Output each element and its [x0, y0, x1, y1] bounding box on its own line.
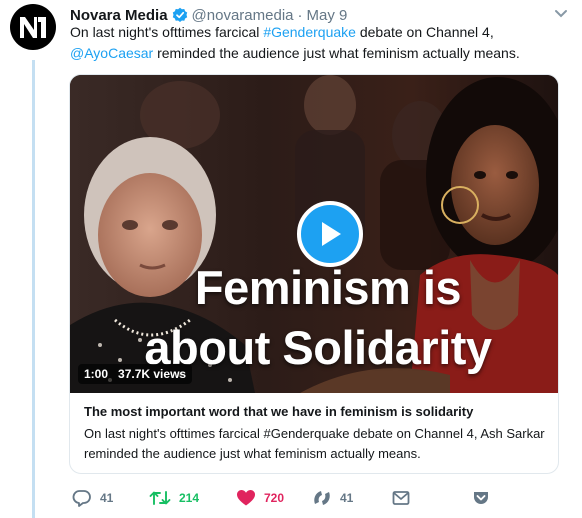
- retweet-count: 214: [179, 491, 200, 505]
- reply-count: 41: [100, 491, 114, 505]
- tweet-actions: 41 214 720 41: [70, 487, 570, 509]
- tweet-text-part: debate on Channel 4,: [355, 24, 494, 40]
- video-stats-badge: 1:00 37.7K views: [78, 364, 193, 384]
- pocket-save-button[interactable]: [472, 487, 490, 509]
- retweet-button[interactable]: 214: [149, 487, 199, 509]
- mention-link[interactable]: @AyoCaesar: [70, 45, 153, 61]
- thread-line: [32, 60, 35, 518]
- author-handle[interactable]: @novaramedia: [192, 7, 294, 24]
- like-button[interactable]: 720: [236, 487, 284, 509]
- envelope-icon: [392, 491, 410, 505]
- video-overlay-line-1: Feminism is: [194, 261, 462, 314]
- like-count: 720: [264, 491, 285, 505]
- play-button[interactable]: [297, 201, 363, 267]
- direct-message-button[interactable]: [392, 487, 410, 509]
- video-player[interactable]: Feminism is about Solidarity 1:00 37.7K …: [70, 75, 558, 393]
- avatar[interactable]: [10, 4, 56, 50]
- author-name[interactable]: Novara Media: [70, 7, 168, 24]
- reply-button[interactable]: 41: [72, 487, 113, 509]
- heart-icon: [237, 490, 255, 506]
- card-description: On last night's ofttimes farcical #Gende…: [84, 426, 545, 461]
- moment-button[interactable]: 41: [312, 487, 353, 509]
- card-body[interactable]: The most important word that we have in …: [70, 393, 558, 464]
- video-duration: 1:00: [84, 367, 109, 381]
- media-card[interactable]: Feminism is about Solidarity 1:00 37.7K …: [69, 74, 559, 474]
- verified-badge-icon: [172, 7, 188, 23]
- card-title: The most important word that we have in …: [84, 404, 474, 419]
- tweet-text-part: reminded the audience just what feminism…: [153, 45, 520, 61]
- pocket-icon: [474, 492, 488, 504]
- separator-dot: ·: [297, 6, 303, 24]
- moment-count: 41: [340, 491, 354, 505]
- tweet-text: On last night's ofttimes farcical #Gende…: [70, 22, 575, 64]
- tweet-text-part: On last night's ofttimes farcical: [70, 24, 264, 40]
- tweet-date[interactable]: May 9: [307, 7, 348, 24]
- play-icon: [322, 222, 341, 246]
- reply-icon: [72, 490, 91, 507]
- hashtag-link[interactable]: #Genderquake: [263, 24, 356, 40]
- video-views: 37.7K views: [118, 367, 187, 381]
- moment-icon: [314, 491, 330, 505]
- retweet-icon: [149, 491, 171, 505]
- novara-logo-icon: [20, 17, 46, 38]
